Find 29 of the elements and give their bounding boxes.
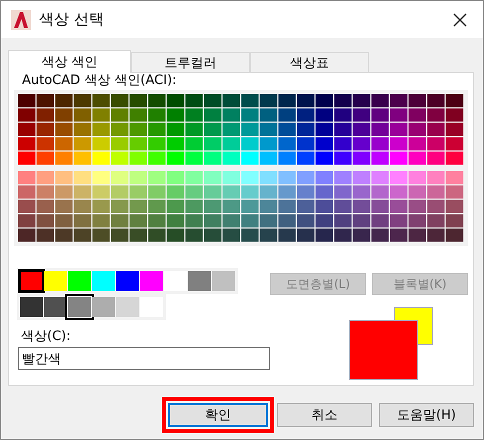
- color-grid[interactable]: [18, 171, 464, 243]
- color-swatch[interactable]: [92, 297, 115, 317]
- tab[interactable]: 색상 색인: [8, 50, 131, 73]
- tab[interactable]: 색상표: [250, 52, 369, 73]
- color-swatch[interactable]: [116, 297, 139, 317]
- color-swatch[interactable]: [68, 297, 91, 317]
- field-label: 색상(C):: [20, 328, 72, 345]
- color-swatch[interactable]: [20, 271, 43, 291]
- color-swatch[interactable]: [212, 271, 235, 291]
- color-swatch[interactable]: [44, 297, 67, 317]
- dialog-button[interactable]: 확인: [168, 403, 268, 427]
- dialog-button[interactable]: 도움말(H): [379, 403, 474, 427]
- color-swatch[interactable]: [116, 271, 139, 291]
- color-swatch[interactable]: [164, 271, 187, 291]
- color-name-field[interactable]: 빨간색: [18, 347, 270, 370]
- palette-label: AutoCAD 색상 색인(ACI):: [21, 73, 178, 90]
- color-swatch[interactable]: [44, 271, 67, 291]
- tab[interactable]: 트루컬러: [131, 52, 250, 73]
- close-icon[interactable]: [453, 12, 467, 26]
- color-swatch[interactable]: [188, 271, 211, 291]
- app-logo-icon: [11, 10, 31, 30]
- color-swatch[interactable]: [92, 271, 115, 291]
- color-swatch[interactable]: [20, 297, 43, 317]
- color-grid[interactable]: [18, 94, 464, 166]
- color-swatch[interactable]: [140, 271, 163, 291]
- color-swatch[interactable]: [140, 297, 163, 317]
- dialog-button[interactable]: 취소: [277, 403, 372, 427]
- window-title: 색상 선택: [39, 10, 105, 29]
- color-swatch[interactable]: [68, 271, 91, 291]
